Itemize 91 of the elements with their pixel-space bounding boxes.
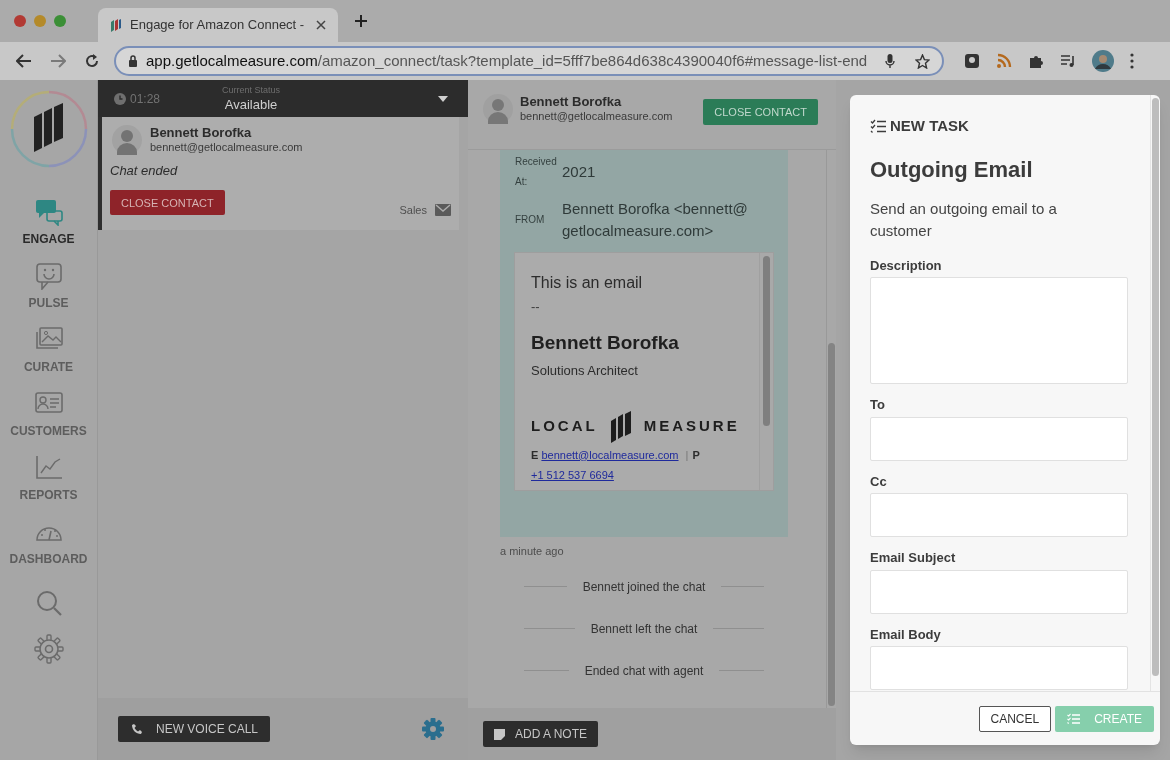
status-text: Available xyxy=(224,98,278,111)
window-control-icon[interactable] xyxy=(54,15,66,27)
field-value: 2021 xyxy=(562,162,597,182)
new-tab-icon[interactable] xyxy=(354,14,368,28)
logo-text: MEASURE xyxy=(643,416,740,437)
email-label: E xyxy=(531,448,539,461)
browser-tab[interactable]: Engage for Amazon Connect - xyxy=(98,8,338,42)
field-label: Cc xyxy=(870,472,888,491)
smiley-bubble-icon xyxy=(33,262,64,290)
phone-label: P xyxy=(692,448,700,461)
close-contact-button[interactable]: CLOSE CONTACT xyxy=(703,99,818,125)
avatar-icon xyxy=(483,94,513,124)
checklist-icon xyxy=(1067,713,1081,724)
queue-label: Sales xyxy=(399,202,427,218)
dropdown-caret-icon[interactable] xyxy=(438,95,448,102)
last-message: Chat ended xyxy=(110,162,179,180)
window-control-icon[interactable] xyxy=(14,15,26,27)
window-control-icon[interactable] xyxy=(34,15,46,27)
contact-name: Bennett Borofka xyxy=(520,94,623,111)
dialog-description: Send an outgoing email to a customer xyxy=(870,198,1058,241)
field-label: To xyxy=(870,396,886,414)
separator-text: | xyxy=(685,448,689,461)
timestamp-text: a minute ago xyxy=(500,544,565,559)
nav-item[interactable]: PULSE xyxy=(0,260,98,324)
logo-mark-icon xyxy=(609,410,632,443)
signature-title: Solutions Architect xyxy=(531,362,639,380)
rss-icon[interactable] xyxy=(996,53,1012,69)
close-icon[interactable] xyxy=(316,20,326,30)
favicon-icon xyxy=(110,18,122,32)
field-value: Bennett Borofka <bennett@getlocalmeasure.com> xyxy=(562,199,749,241)
dialog-title: Outgoing Email xyxy=(870,155,1034,184)
close-contact-button[interactable]: CLOSE CONTACT xyxy=(110,190,225,216)
field-label: Email Subject xyxy=(870,549,957,567)
chat-event-text: Bennett joined the chat xyxy=(582,578,706,596)
signature-name: Bennett Borofka xyxy=(531,330,680,355)
avatar-icon[interactable] xyxy=(1092,50,1114,72)
cancel-button[interactable]: CANCEL xyxy=(978,705,1052,732)
nav-item[interactable]: ENGAGE xyxy=(0,196,98,260)
field-label: Description xyxy=(870,256,943,275)
nav-item[interactable]: REPORTS xyxy=(0,452,98,516)
email-text: -- xyxy=(531,298,541,316)
contact-email: bennett@getlocalmeasure.com xyxy=(150,141,303,155)
nav-item[interactable]: DASHBOARD xyxy=(0,516,98,580)
field-label: Received At: xyxy=(515,155,557,189)
input-field[interactable] xyxy=(870,569,1128,614)
new-voice-call-button[interactable]: NEW VOICE CALL xyxy=(118,716,271,742)
email-link[interactable]: bennett@localmeasure.com xyxy=(541,448,679,461)
input-field[interactable] xyxy=(870,646,1128,690)
logo-text: LOCAL xyxy=(531,416,598,437)
field-label: Email Body xyxy=(870,625,942,644)
settings-icon[interactable] xyxy=(422,718,444,740)
extension-icon[interactable] xyxy=(964,53,980,69)
status-caption: Current Status xyxy=(222,86,281,95)
tab-title: Engage for Amazon Connect - xyxy=(130,16,305,35)
field-label: FROM xyxy=(515,213,546,227)
avatar-icon xyxy=(112,125,142,155)
nav-item[interactable]: CUSTOMERS xyxy=(0,388,98,452)
more-icon[interactable] xyxy=(1130,53,1134,69)
input-field[interactable] xyxy=(870,493,1128,537)
forward-icon[interactable] xyxy=(50,54,66,68)
text-area[interactable] xyxy=(870,277,1128,384)
email-text: This is an email xyxy=(531,273,644,293)
add-note-button[interactable]: ADD A NOTE xyxy=(483,721,599,747)
settings-icon[interactable] xyxy=(33,634,64,664)
lock-icon xyxy=(128,55,138,67)
playlist-icon[interactable] xyxy=(1060,54,1076,68)
contact-name: Bennett Borofka xyxy=(150,125,253,142)
input-field[interactable] xyxy=(870,416,1128,461)
note-icon xyxy=(494,728,505,740)
phone-icon xyxy=(130,722,144,736)
microphone-icon[interactable] xyxy=(885,54,895,68)
star-icon[interactable] xyxy=(915,53,930,69)
nav-item[interactable]: CURATE xyxy=(0,324,98,388)
envelope-icon xyxy=(435,203,451,216)
timer-text: 01:28 xyxy=(130,90,161,108)
chat-bubbles-icon xyxy=(33,198,64,226)
checklist-icon xyxy=(870,119,887,134)
scrollbar[interactable] xyxy=(759,253,773,490)
phone-link[interactable]: +1 512 537 6694 xyxy=(531,468,614,481)
address-bar[interactable]: app.getlocalmeasure.com/amazon_connect/task?template_id=5fff7be864d638c4390040f6#message-list-end xyxy=(114,46,944,76)
dialog-kicker: NEW TASK xyxy=(890,116,969,136)
back-icon[interactable] xyxy=(16,54,32,68)
reload-icon[interactable] xyxy=(84,53,100,69)
contact-email: bennett@getlocalmeasure.com xyxy=(520,110,673,124)
contact-card[interactable]: Bennett Borofka bennett@getlocalmeasure.com Chat ended CLOSE CONTACT Sales xyxy=(98,117,459,230)
line-chart-icon xyxy=(33,454,64,482)
chat-event-text: Bennett left the chat xyxy=(590,620,698,638)
chat-event-text: Ended chat with agent xyxy=(584,662,704,680)
clock-icon xyxy=(114,92,126,105)
url-text: app.getlocalmeasure.com/amazon_connect/task?template_id=5fff7be864d638c4390040f6#message-list-end xyxy=(146,50,868,71)
puzzle-icon[interactable] xyxy=(1028,53,1044,69)
